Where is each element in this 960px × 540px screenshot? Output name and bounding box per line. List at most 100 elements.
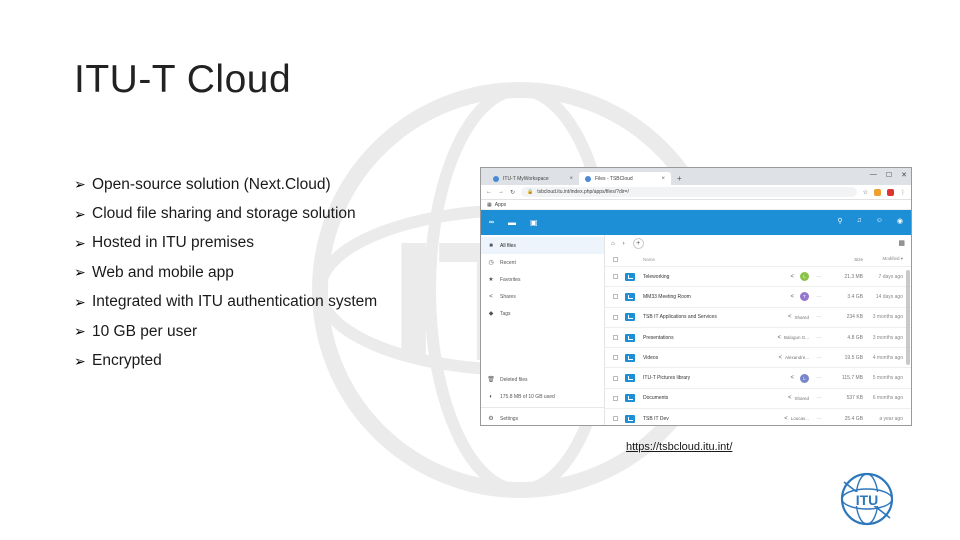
row-checkbox[interactable] [612, 395, 618, 401]
sidebar-item-favorites[interactable]: ★ Favorites [481, 271, 604, 288]
share-icon: < [787, 314, 792, 321]
user-avatar-icon[interactable]: ◉ [897, 217, 903, 225]
table-row[interactable]: Documents < Shared ··· 537 KB 6 months ago [605, 389, 911, 410]
share-indicator[interactable]: < Shared [763, 395, 809, 401]
file-name[interactable]: ITU-T Pictures library [641, 375, 763, 381]
sidebar-item-all-files[interactable]: ■ All files [481, 237, 604, 254]
share-indicator[interactable]: < L [763, 373, 809, 383]
reload-icon[interactable]: ↻ [510, 189, 515, 196]
lock-icon: 🔒 [527, 189, 534, 195]
row-checkbox[interactable] [612, 375, 618, 381]
grid-view-icon[interactable]: ▦ [898, 239, 905, 247]
row-checkbox[interactable] [612, 335, 618, 341]
file-size: 21.3 MB [844, 273, 863, 280]
new-file-button[interactable]: + [632, 238, 644, 249]
new-tab-button[interactable]: + [671, 174, 688, 185]
table-row[interactable]: MM33 Meeting Room < T ··· 3.4 GB 14 days ago [605, 287, 911, 308]
contacts-icon[interactable]: ☺ [876, 217, 883, 225]
table-row[interactable]: Videos < Alexandre... ··· 19.5 GB 4 months ag… [605, 348, 911, 369]
more-actions-icon[interactable]: ··· [809, 395, 829, 401]
sidebar-item-settings[interactable]: ⚙ Settings [481, 410, 604, 425]
extension-icon[interactable] [874, 188, 881, 196]
scrollbar[interactable] [906, 270, 910, 365]
arrow-bullet-icon: ➢ [74, 205, 86, 222]
file-name[interactable]: Documents [641, 395, 763, 401]
file-name[interactable]: Videos [641, 355, 763, 361]
search-icon[interactable]: ⚲ [837, 217, 842, 225]
home-icon[interactable]: ⌂ [611, 241, 615, 247]
share-icon: < [790, 375, 794, 382]
sidebar-item-shares[interactable]: < Shares [481, 288, 604, 305]
row-checkbox[interactable] [612, 274, 618, 280]
gear-icon: ⚙ [488, 416, 494, 422]
file-modified: 6 months ago [872, 395, 903, 402]
bookmark-star-icon[interactable]: ☆ [863, 189, 868, 196]
svg-text:ITU: ITU [856, 492, 879, 508]
column-name[interactable]: Name [641, 257, 763, 262]
file-modified: 3 months ago [872, 334, 903, 341]
file-name[interactable]: Teleworking [641, 274, 763, 280]
share-indicator[interactable]: < Loucas... [763, 416, 809, 422]
file-name[interactable]: TSB IT Dev [641, 416, 763, 422]
column-size[interactable]: Size [829, 257, 863, 262]
more-actions-icon[interactable]: ··· [809, 314, 829, 320]
sidebar-item-deleted[interactable]: 🗑 Deleted files [481, 371, 604, 388]
table-row[interactable]: TSB IT Applications and Services < Shared ·… [605, 308, 911, 328]
browser-tab-active[interactable]: Files - TSBCloud × [579, 172, 671, 185]
folder-icon[interactable]: ▬ [508, 218, 516, 227]
share-indicator[interactable]: < L [763, 272, 809, 282]
table-row[interactable]: TSB IT Dev < Loucas... ··· 25.4 GB a year ago [605, 409, 911, 425]
share-indicator[interactable]: < Alexandre... [763, 355, 809, 361]
more-actions-icon[interactable]: ··· [809, 375, 829, 381]
sidebar-item-recent[interactable]: ◷ Recent [481, 254, 604, 271]
menu-icon[interactable]: ⋮ [900, 189, 906, 196]
more-actions-icon[interactable]: ··· [809, 335, 829, 341]
shared-with-label: Shared [794, 395, 809, 401]
tsbcloud-link[interactable]: https://tsbcloud.itu.int/ [626, 441, 732, 453]
file-name[interactable]: MM33 Meeting Room [641, 294, 763, 300]
close-tab-icon[interactable]: × [661, 176, 665, 182]
file-name[interactable]: Presentations [641, 335, 763, 341]
close-tab-icon[interactable]: × [569, 176, 573, 182]
forward-icon[interactable]: → [498, 189, 504, 195]
trash-icon: 🗑 [487, 377, 495, 383]
more-actions-icon[interactable]: ··· [809, 274, 829, 280]
table-row[interactable]: Teleworking < L ··· 21.3 MB 7 days ago [605, 267, 911, 288]
more-actions-icon[interactable]: ··· [809, 294, 829, 300]
back-icon[interactable]: ← [486, 189, 492, 195]
favicon-icon [493, 175, 499, 182]
column-modified[interactable]: Modified ▾ [863, 256, 911, 262]
more-actions-icon[interactable]: ··· [809, 416, 829, 422]
address-bar[interactable]: 🔒 tsbcloud.itu.int/index.php/apps/files/… [521, 187, 857, 197]
file-name[interactable]: TSB IT Applications and Services [641, 314, 763, 320]
file-size: 25.4 GB [844, 415, 863, 422]
image-icon[interactable]: ▣ [530, 218, 538, 227]
all-files-icon: ■ [489, 242, 493, 249]
files-main: ⌂ › + ▦ Name Size Modified ▾ Teleworking… [605, 235, 911, 425]
close-window-icon[interactable]: ✕ [901, 171, 907, 179]
maximize-icon[interactable]: ☐ [886, 171, 892, 179]
apps-grid-icon[interactable]: ▦ [487, 202, 492, 208]
extension-icon[interactable] [887, 188, 894, 196]
bell-icon[interactable]: ♫ [856, 217, 861, 225]
avatar: L [800, 272, 809, 282]
share-icon: < [778, 354, 782, 361]
share-indicator[interactable]: < Balogun G... [763, 335, 809, 341]
select-all-checkbox[interactable] [612, 256, 618, 262]
file-modified: 7 days ago [878, 273, 903, 280]
minimize-icon[interactable]: — [870, 171, 877, 179]
share-indicator[interactable]: < Shared [763, 314, 809, 320]
share-indicator[interactable]: < T [763, 292, 809, 302]
row-checkbox[interactable] [612, 294, 618, 300]
nextcloud-logo-icon[interactable]: ∞ [489, 219, 494, 226]
sidebar-item-tags[interactable]: ◆ Tags [481, 305, 604, 322]
share-icon: < [787, 395, 792, 402]
shared-folder-icon [625, 374, 635, 383]
table-row[interactable]: Presentations < Balogun G... ··· 4.8 GB 3 mon… [605, 328, 911, 349]
more-actions-icon[interactable]: ··· [809, 355, 829, 361]
row-checkbox[interactable] [612, 355, 618, 361]
row-checkbox[interactable] [612, 314, 618, 320]
row-checkbox[interactable] [612, 416, 618, 422]
table-row[interactable]: ITU-T Pictures library < L ··· 115.7 MB 5 mon… [605, 368, 911, 389]
browser-tab[interactable]: ITU-T MyWorkspace × [487, 172, 579, 185]
